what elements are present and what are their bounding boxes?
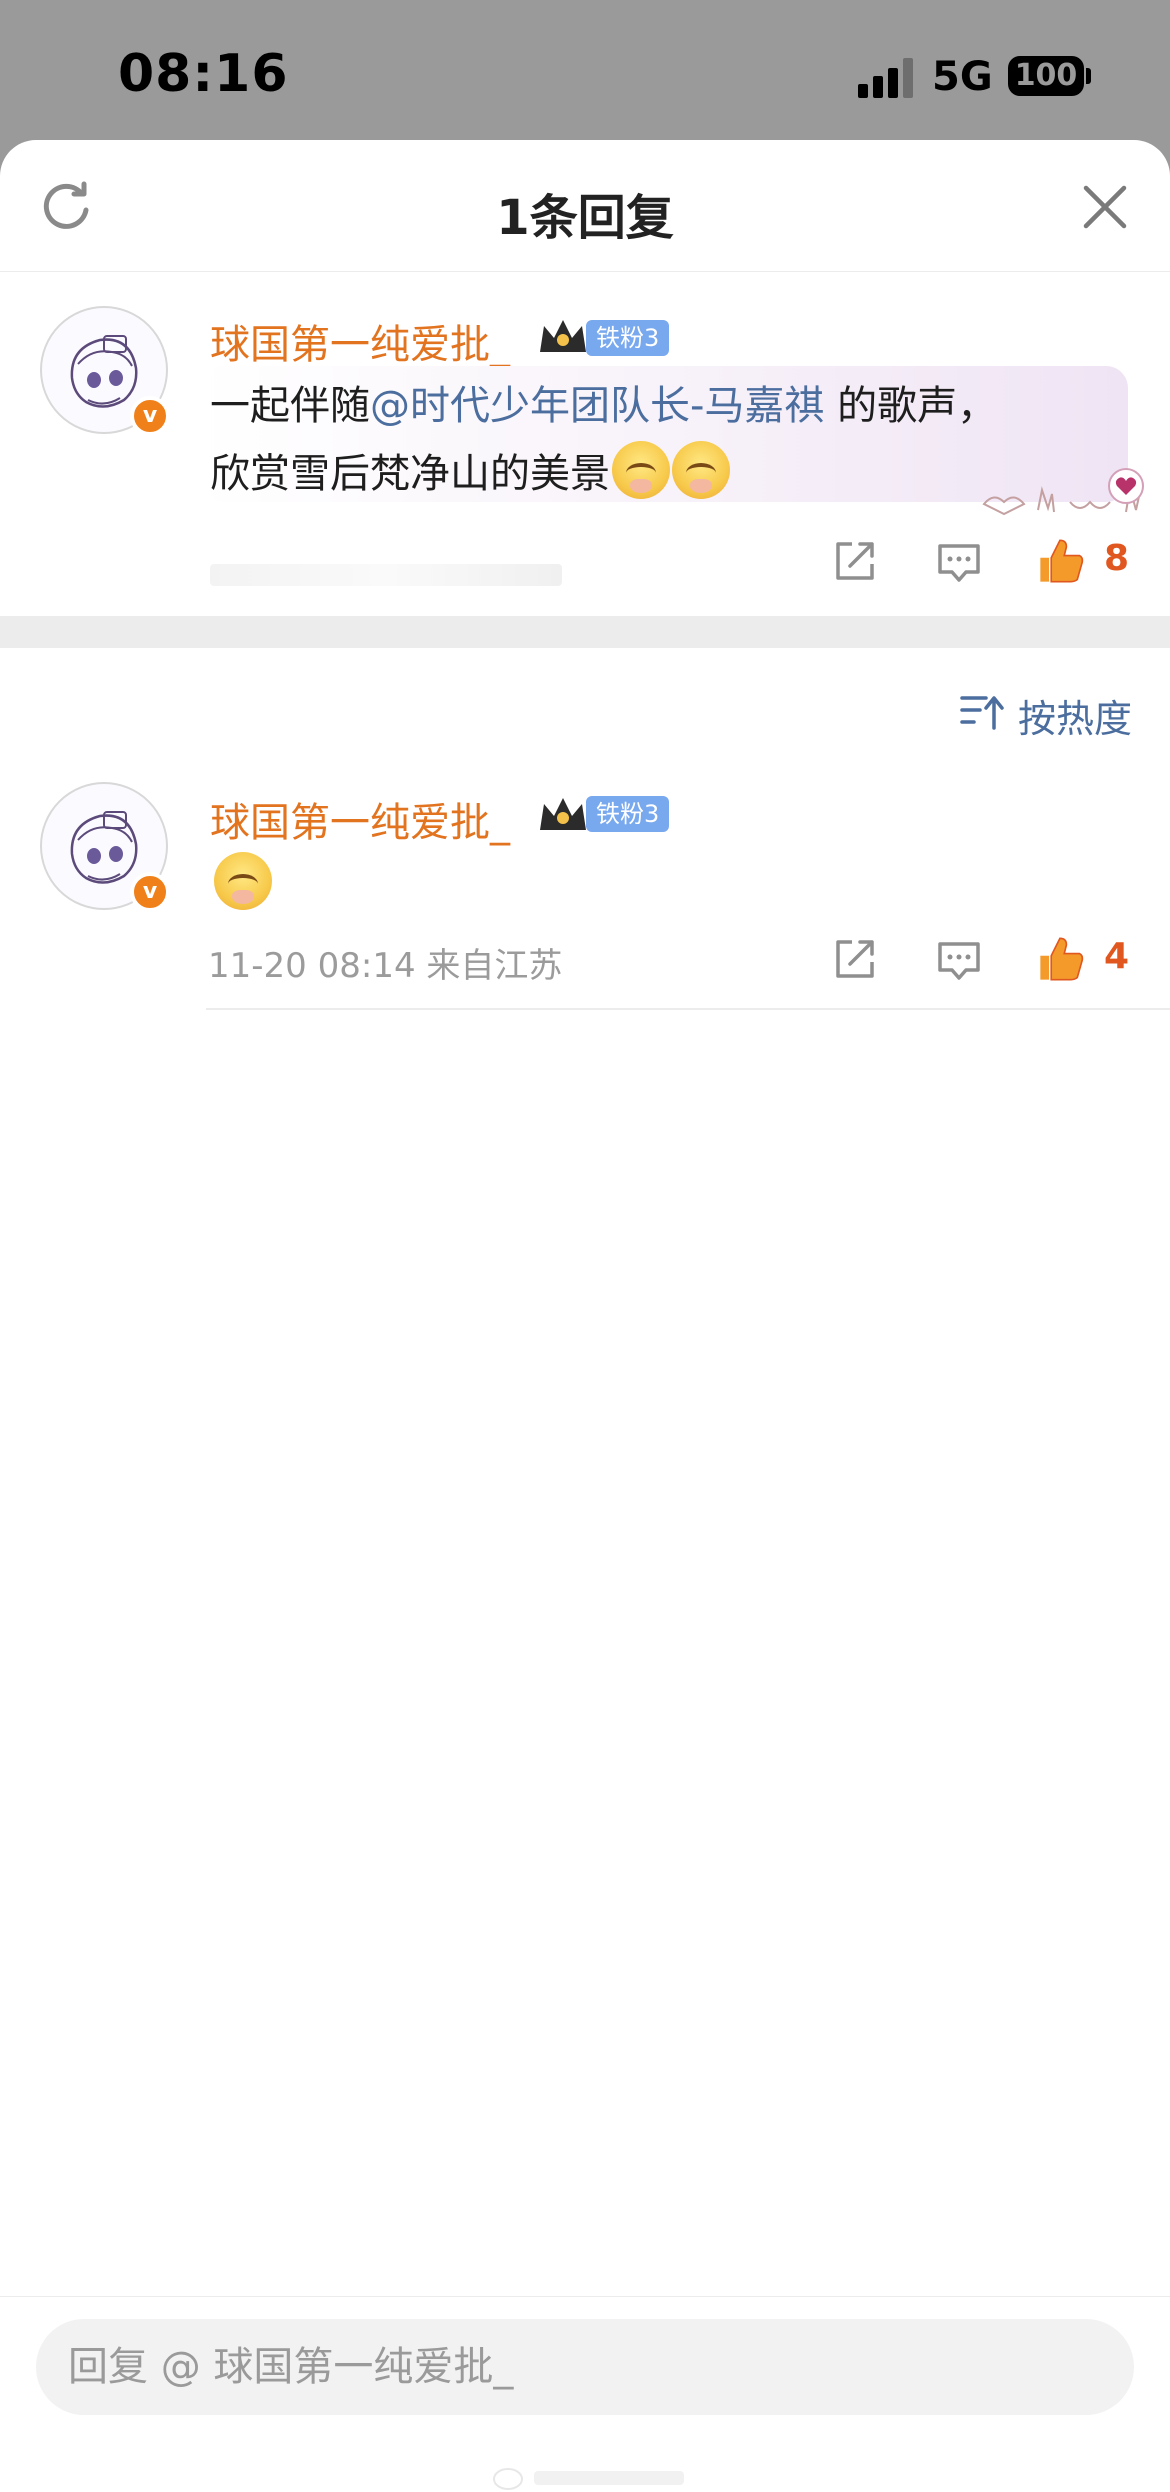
network-type: 5G — [932, 54, 993, 100]
reply-bar — [0, 2296, 1170, 2492]
reply-divider — [206, 1008, 1170, 1010]
verified-badge: v — [130, 872, 170, 912]
timestamp: 11-20 08:14 — [208, 946, 416, 986]
avatar[interactable]: v — [40, 782, 170, 912]
share-icon[interactable] — [832, 936, 878, 982]
like-icon[interactable] — [1036, 934, 1086, 984]
location: 来自江苏 — [426, 946, 563, 986]
battery-tip — [1086, 68, 1091, 84]
reply-comment: v 球国第一纯爱批_ 铁粉3 11-20 08:14 来自江苏 4 — [0, 140, 1170, 1010]
watermark-logo — [493, 2468, 684, 2490]
signal-icon — [858, 58, 914, 98]
comment-icon[interactable] — [936, 938, 982, 984]
crown-icon — [540, 798, 586, 830]
username[interactable]: 球国第一纯爱批_ — [210, 790, 510, 848]
battery-icon: 100 — [1008, 56, 1084, 96]
like-count: 4 — [1104, 936, 1130, 977]
status-time: 08:16 — [118, 44, 289, 104]
replies-sheet: 1条回复 v 球国第一纯爱批_ 铁粉3 一起伴随@时代少年团队长-马嘉祺 的歌声… — [0, 140, 1170, 2492]
status-bar: 08:16 5G 100 — [0, 0, 1170, 140]
reply-input[interactable] — [36, 2319, 1134, 2415]
fan-badge: 铁粉3 — [586, 796, 670, 832]
reply-meta: 11-20 08:14 来自江苏 — [208, 938, 562, 987]
blush-emoji — [214, 852, 272, 910]
